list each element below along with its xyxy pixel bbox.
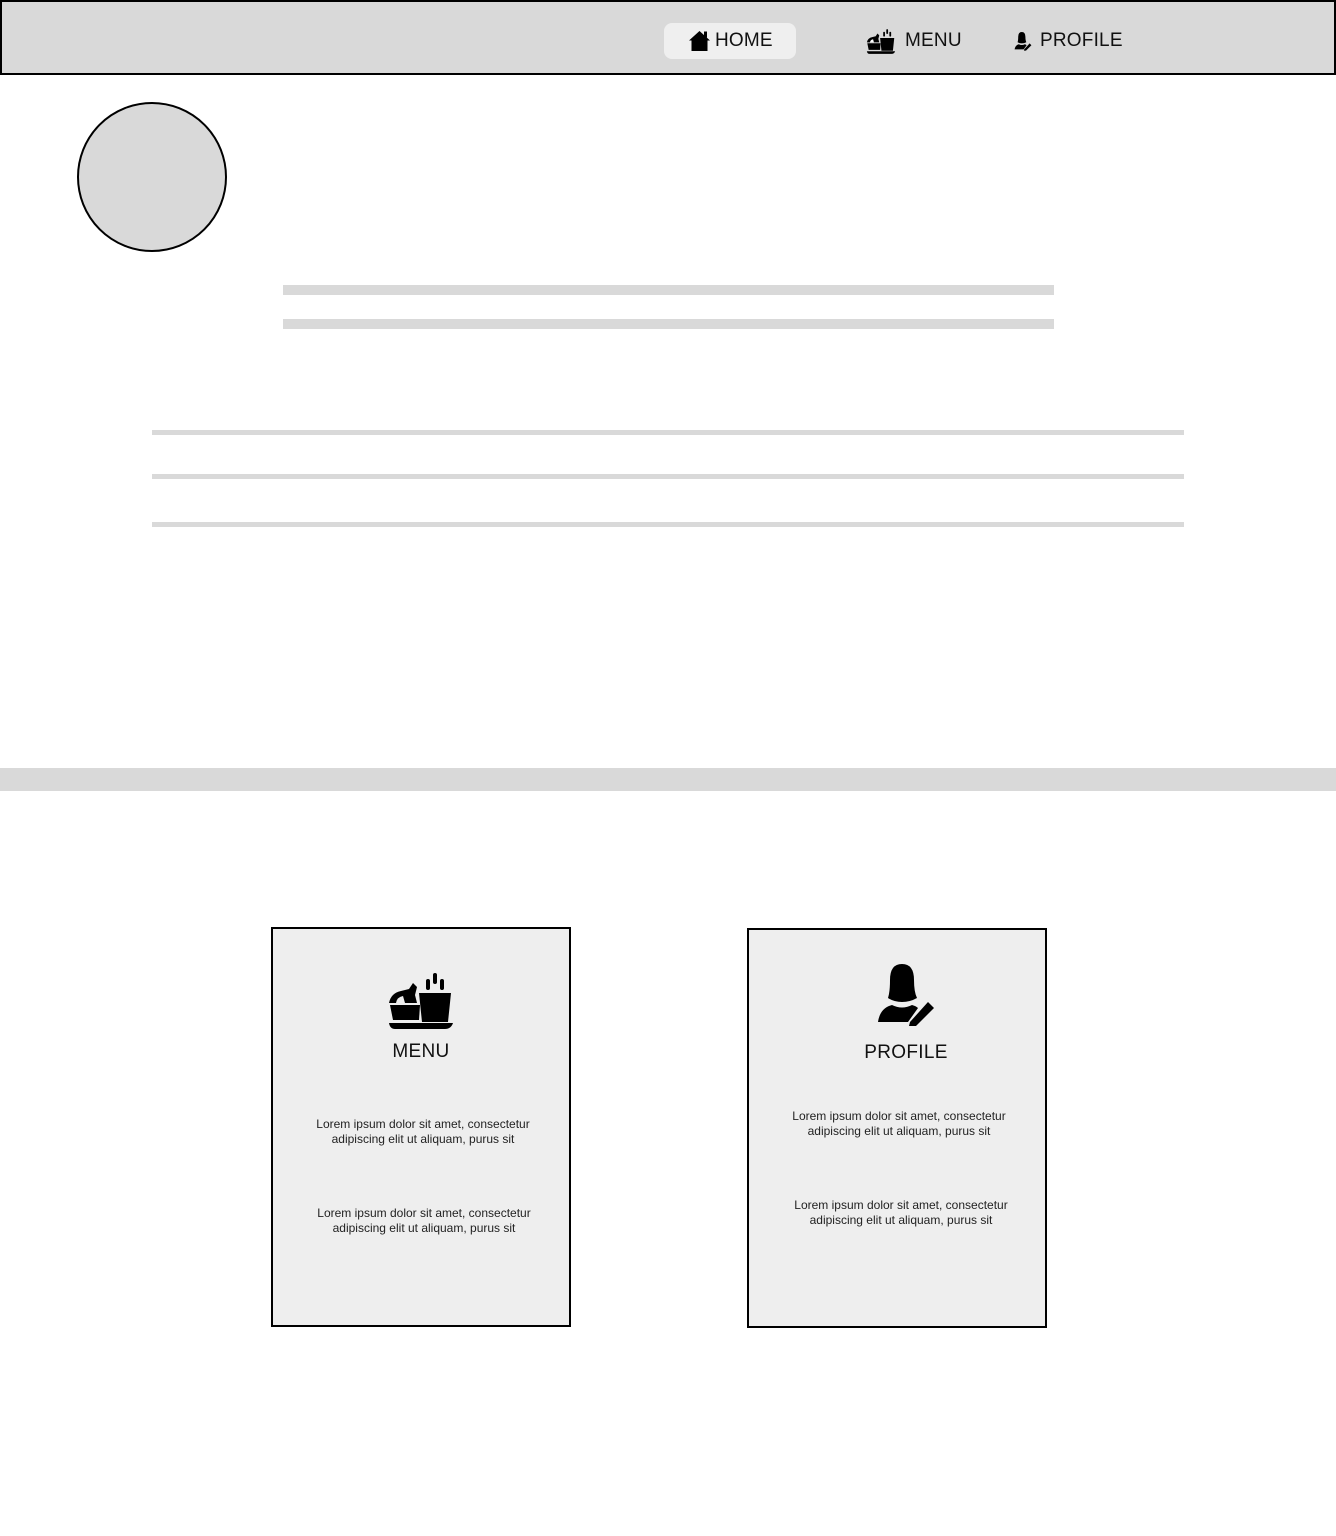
section-divider-band (0, 768, 1336, 791)
nav-menu[interactable]: MENU (866, 23, 962, 59)
title-placeholder-bar (283, 285, 1054, 295)
content-placeholder-line (152, 474, 1184, 479)
subtitle-placeholder-bar (283, 319, 1054, 329)
food-icon (866, 28, 896, 54)
nav-profile[interactable]: PROFILE (1014, 23, 1123, 59)
profile-card-title: PROFILE (864, 1042, 948, 1063)
nav-profile-label: PROFILE (1040, 30, 1123, 51)
content-placeholder-line (152, 522, 1184, 527)
top-navigation-bar: HOME MENU PROFILE (0, 0, 1336, 75)
menu-card-title: MENU (392, 1041, 450, 1062)
menu-card-paragraph: Lorem ipsum dolor sit amet, consectetur … (316, 1117, 530, 1146)
menu-card[interactable]: MENU Lorem ipsum dolor sit amet, consect… (271, 927, 571, 1327)
nav-menu-label: MENU (905, 30, 962, 51)
user-edit-icon (1014, 31, 1032, 51)
menu-card-paragraph: Lorem ipsum dolor sit amet, consectetur … (317, 1206, 531, 1235)
content-placeholder-line (152, 430, 1184, 435)
nav-home-label: HOME (715, 30, 773, 51)
food-icon (273, 973, 569, 1029)
profile-card-paragraph: Lorem ipsum dolor sit amet, consectetur … (794, 1198, 1008, 1227)
profile-card-paragraph: Lorem ipsum dolor sit amet, consectetur … (792, 1109, 1006, 1138)
user-edit-icon (749, 962, 1045, 1026)
profile-card[interactable]: PROFILE Lorem ipsum dolor sit amet, cons… (747, 928, 1047, 1328)
home-icon (688, 30, 711, 52)
nav-home[interactable]: HOME (664, 23, 796, 59)
avatar (77, 102, 227, 252)
